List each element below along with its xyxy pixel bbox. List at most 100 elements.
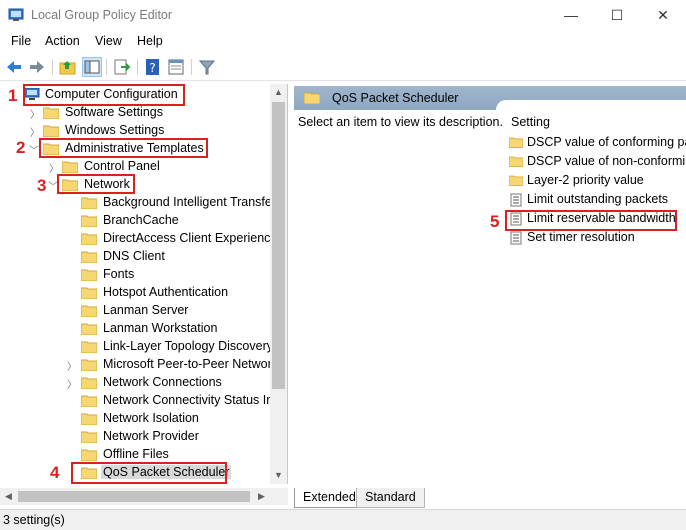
scroll-down-arrow-icon[interactable]: ▼ xyxy=(270,467,287,484)
scroll-right-arrow-icon[interactable]: ▶ xyxy=(253,488,270,505)
tree-item-label: DirectAccess Client Experience S xyxy=(103,231,288,245)
menu-help[interactable]: Help xyxy=(137,34,163,48)
tree-horizontal-scrollbar[interactable]: ◀ ▶ xyxy=(0,488,288,505)
view-tabs: Extended Standard xyxy=(290,486,686,508)
tree-item-branchcache[interactable]: BranchCache xyxy=(0,212,270,230)
folder-icon xyxy=(80,430,98,444)
tree-item-fonts[interactable]: Fonts xyxy=(0,266,270,284)
tree-item-label: Offline Files xyxy=(103,447,169,461)
filter-icon[interactable] xyxy=(197,57,217,77)
setting-label: DSCP value of conforming pa xyxy=(527,135,686,149)
tree-item-lanman-server[interactable]: Lanman Server xyxy=(0,302,270,320)
folder-icon xyxy=(304,92,320,104)
chevron-right-icon[interactable]: 〉 xyxy=(30,106,40,121)
tab-extended[interactable]: Extended xyxy=(294,488,365,508)
description-text: Select an item to view its description. xyxy=(298,115,503,129)
menu-view[interactable]: View xyxy=(95,34,122,48)
folder-icon xyxy=(508,136,524,150)
tree-item-label: Network Connectivity Status Inc xyxy=(103,393,280,407)
tab-standard[interactable]: Standard xyxy=(356,488,425,508)
tree-vertical-scrollbar[interactable]: ▲ ▼ xyxy=(270,84,287,484)
chevron-right-icon[interactable]: 〉 xyxy=(30,124,40,139)
title-bar: Local Group Policy Editor — ☐ ✕ xyxy=(0,0,686,31)
setting-label: Set timer resolution xyxy=(527,230,635,244)
folder-icon xyxy=(80,376,98,390)
details-title: QoS Packet Scheduler xyxy=(332,91,459,105)
folder-icon xyxy=(508,155,524,169)
tree-item-dns-client[interactable]: DNS Client xyxy=(0,248,270,266)
folder-icon xyxy=(62,161,78,173)
tree-item-network-connectivity-status-inc[interactable]: Network Connectivity Status Inc xyxy=(0,392,279,410)
status-bar: 3 setting(s) xyxy=(0,509,686,530)
status-text: 3 setting(s) xyxy=(3,513,65,527)
tree-item-label: Network Isolation xyxy=(103,411,199,425)
folder-icon xyxy=(80,304,98,318)
folder-icon xyxy=(43,125,59,137)
tree-item-lanman-workstation[interactable]: Lanman Workstation xyxy=(0,320,270,338)
annotation-number-3: 3 xyxy=(37,176,47,195)
folder-icon xyxy=(80,196,98,210)
chevron-down-icon[interactable]: ﹀ xyxy=(29,142,39,157)
tree-item-label: Control Panel xyxy=(84,159,160,173)
scroll-left-arrow-icon[interactable]: ◀ xyxy=(0,488,17,505)
export-list-icon[interactable] xyxy=(112,57,132,77)
tree-item-label: Microsoft Peer-to-Peer Network xyxy=(103,357,279,371)
annotation-box-2 xyxy=(39,138,208,158)
tree-item-label: Hotspot Authentication xyxy=(103,285,229,299)
policy-setting-icon xyxy=(509,231,523,245)
tree-item-label: Lanman Server xyxy=(103,303,189,317)
tree-item-network-provider[interactable]: Network Provider xyxy=(0,428,270,446)
help-icon[interactable]: ? xyxy=(143,57,163,77)
tree-item-control-panel[interactable]: 〉 Control Panel xyxy=(0,158,270,176)
menu-file[interactable]: File xyxy=(11,34,31,48)
maximize-button[interactable]: ☐ xyxy=(594,0,640,31)
tree-item-label: DNS Client xyxy=(103,249,165,263)
setting-label: Layer-2 priority value xyxy=(527,173,644,187)
tree-item-software-settings[interactable]: 〉 Software Settings xyxy=(0,104,270,122)
folder-icon xyxy=(508,174,524,188)
tree-item-network-connections[interactable]: 〉 Network Connections xyxy=(0,374,270,392)
folder-icon xyxy=(80,268,98,282)
tree-item-network-isolation[interactable]: Network Isolation xyxy=(0,410,270,428)
properties-icon[interactable] xyxy=(166,57,186,77)
folder-icon xyxy=(80,232,98,246)
setting-column-header[interactable]: Setting xyxy=(511,115,550,129)
folder-icon xyxy=(80,250,98,264)
annotation-number-1: 1 xyxy=(8,86,18,105)
svg-text:?: ? xyxy=(149,61,155,75)
tree-item-label: Fonts xyxy=(103,267,135,281)
folder-icon xyxy=(80,322,98,336)
chevron-right-icon[interactable]: 〉 xyxy=(67,376,77,391)
group-policy-app-icon xyxy=(8,8,24,21)
tree-item-label: Link-Layer Topology Discovery xyxy=(103,339,273,353)
up-folder-icon[interactable] xyxy=(58,57,78,77)
tree-item-microsoft-peer-to-peer-network[interactable]: 〉 Microsoft Peer-to-Peer Network xyxy=(0,356,278,374)
scrollbar-thumb[interactable] xyxy=(272,102,285,389)
back-icon[interactable] xyxy=(4,57,24,77)
window-title: Local Group Policy Editor xyxy=(31,8,173,22)
tree-item-link-layer-topology-discovery[interactable]: Link-Layer Topology Discovery xyxy=(0,338,273,356)
annotation-number-4: 4 xyxy=(50,463,60,482)
scroll-up-arrow-icon[interactable]: ▲ xyxy=(270,84,287,101)
forward-icon[interactable] xyxy=(27,57,47,77)
folder-icon xyxy=(80,340,98,354)
scrollbar-thumb[interactable] xyxy=(18,491,250,502)
tree-item-label: Lanman Workstation xyxy=(103,321,218,335)
annotation-number-2: 2 xyxy=(16,138,26,157)
tree-item-background-intelligent-transfer[interactable]: Background Intelligent Transfer xyxy=(0,194,276,212)
folder-icon xyxy=(43,107,59,119)
tree-item-hotspot-authentication[interactable]: Hotspot Authentication xyxy=(0,284,270,302)
close-button[interactable]: ✕ xyxy=(640,0,686,31)
folder-icon xyxy=(80,286,98,300)
setting-label: DSCP value of non-conformir xyxy=(527,154,686,168)
show-hide-tree-icon[interactable] xyxy=(82,57,102,77)
annotation-number-5: 5 xyxy=(490,212,500,231)
setting-label: Limit outstanding packets xyxy=(527,192,669,206)
chevron-right-icon[interactable]: 〉 xyxy=(49,160,59,175)
menu-action[interactable]: Action xyxy=(45,34,80,48)
policy-setting-icon xyxy=(509,193,523,207)
tree-item-label: Windows Settings xyxy=(65,123,165,137)
chevron-right-icon[interactable]: 〉 xyxy=(67,358,77,373)
tree-item-directaccess-client-experience-s[interactable]: DirectAccess Client Experience S xyxy=(0,230,287,248)
minimize-button[interactable]: — xyxy=(548,0,594,31)
